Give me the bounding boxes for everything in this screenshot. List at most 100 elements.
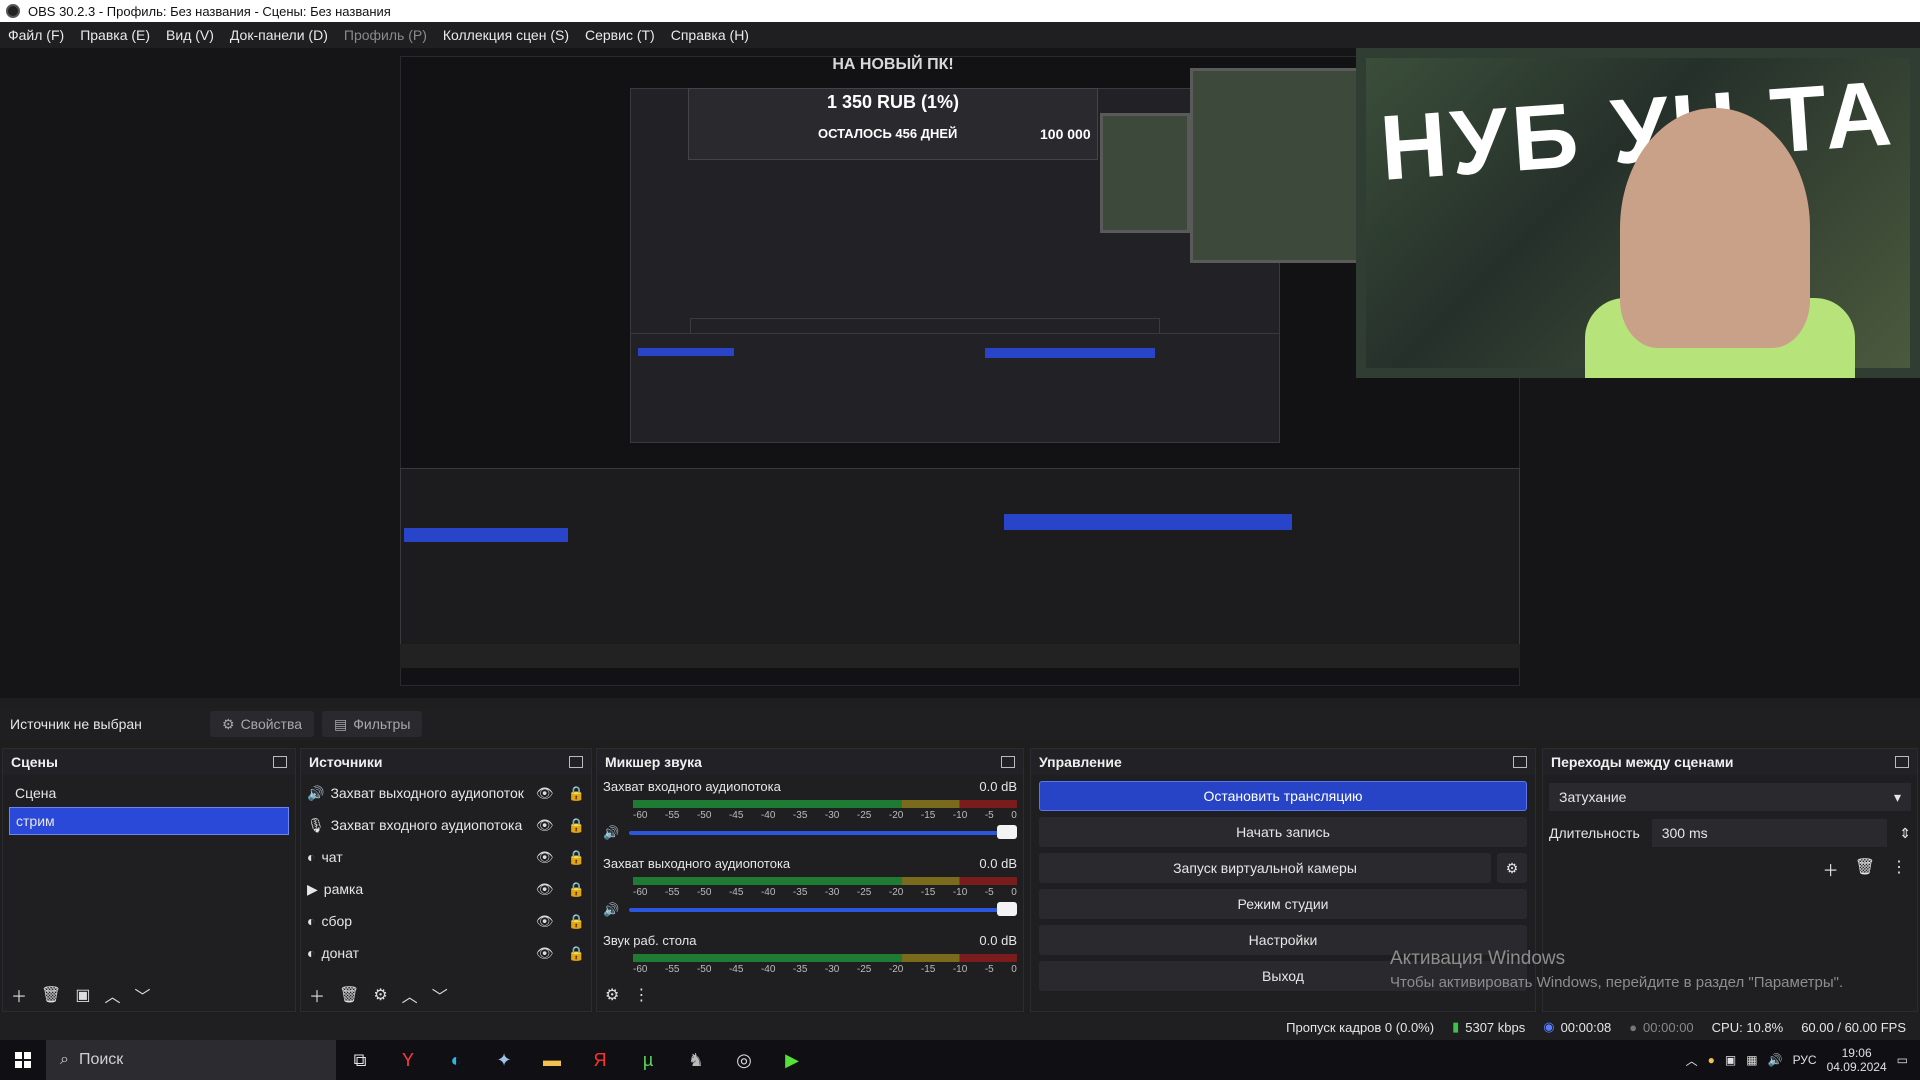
windows-icon bbox=[15, 1052, 31, 1068]
eye-icon[interactable]: 👁 bbox=[536, 785, 554, 802]
chevron-up-icon[interactable]: ︿ bbox=[104, 983, 120, 1007]
trash-icon[interactable]: 🗑 bbox=[41, 985, 61, 1005]
undock-icon[interactable] bbox=[569, 756, 583, 768]
eye-icon[interactable]: 👁 bbox=[536, 849, 554, 866]
obs-icon[interactable]: ◎ bbox=[720, 1040, 768, 1080]
chevron-up-icon[interactable]: ︿ bbox=[1686, 1052, 1698, 1069]
notifications-icon[interactable]: ▭ bbox=[1897, 1053, 1908, 1067]
virtual-camera-settings-button[interactable]: ⚙ bbox=[1497, 853, 1527, 883]
studio-mode-button[interactable]: Режим студии bbox=[1039, 889, 1527, 919]
scenes-dock: Сцены Сцена стрим ＋ 🗑 ▣ ︿ ﹀ bbox=[2, 748, 296, 1012]
source-item[interactable]: 🎙 Захват входного аудиопотока 👁 🔒 bbox=[303, 809, 589, 841]
chevron-down-icon[interactable]: ﹀ bbox=[134, 983, 150, 1007]
start-recording-button[interactable]: Начать запись bbox=[1039, 817, 1527, 847]
more-icon[interactable]: ⋮ bbox=[1891, 857, 1907, 881]
volume-knob[interactable] bbox=[997, 825, 1017, 839]
chevron-down-icon[interactable]: ﹀ bbox=[432, 983, 448, 1007]
lock-icon[interactable]: 🔒 bbox=[568, 817, 585, 834]
tray-app-icon[interactable]: ● bbox=[1708, 1053, 1715, 1067]
more-icon[interactable]: ⋮ bbox=[633, 985, 649, 1005]
stop-streaming-button[interactable]: Остановить трансляцию bbox=[1039, 781, 1527, 811]
preview-area[interactable]: НА НОВЫЙ ПК! 1 350 RUB (1%) ОСТАЛОСЬ 456… bbox=[0, 48, 1920, 698]
start-button[interactable] bbox=[0, 1040, 46, 1080]
utorrent-icon[interactable]: µ bbox=[624, 1040, 672, 1080]
volume-slider[interactable] bbox=[629, 902, 1017, 916]
tray-app-icon[interactable]: ▣ bbox=[1725, 1053, 1736, 1067]
add-icon[interactable]: ＋ bbox=[309, 983, 325, 1007]
start-virtual-camera-button[interactable]: Запуск виртуальной камеры bbox=[1039, 853, 1491, 883]
scene-item[interactable]: Сцена bbox=[9, 779, 289, 807]
trash-icon[interactable]: 🗑 bbox=[339, 985, 359, 1005]
signal-icon: ▮ bbox=[1452, 1019, 1460, 1034]
edge-icon[interactable]: ◐ bbox=[432, 1040, 480, 1080]
source-name: Захват входного аудиопотока bbox=[330, 817, 523, 833]
eye-icon[interactable]: 👁 bbox=[536, 913, 554, 930]
yandex-icon[interactable]: Я bbox=[576, 1040, 624, 1080]
meter-tick-label: -45 bbox=[728, 964, 744, 975]
taskbar-search[interactable]: ⌕ Поиск bbox=[46, 1040, 336, 1080]
lock-icon[interactable]: 🔒 bbox=[568, 881, 585, 898]
filter-icon[interactable]: ▣ bbox=[75, 985, 90, 1005]
add-icon[interactable]: ＋ bbox=[11, 983, 27, 1007]
lock-icon[interactable]: 🔒 bbox=[568, 913, 585, 930]
network-icon[interactable]: ▦ bbox=[1746, 1053, 1757, 1067]
menu-view[interactable]: Вид (V) bbox=[166, 27, 214, 43]
meter-tick-label: -10 bbox=[952, 810, 968, 821]
sources-list: 🔊 Захват выходного аудиопоток 👁 🔒 🎙 Захват … bbox=[301, 775, 591, 971]
menu-docks[interactable]: Док-панели (D) bbox=[230, 27, 328, 43]
chevron-down-icon: ▾ bbox=[1893, 788, 1901, 805]
source-item[interactable]: ◐ сбор 👁 🔒 bbox=[303, 905, 589, 937]
speaker-icon[interactable]: 🔊 bbox=[603, 825, 619, 841]
menu-tools[interactable]: Сервис (T) bbox=[585, 27, 655, 43]
speaker-icon[interactable]: 🔊 bbox=[1768, 1053, 1783, 1067]
menu-edit[interactable]: Правка (E) bbox=[80, 27, 150, 43]
clock-time: 19:06 bbox=[1841, 1045, 1872, 1060]
filters-button[interactable]: ▤ Фильтры bbox=[322, 711, 423, 737]
menu-profile[interactable]: Профиль (P) bbox=[344, 27, 427, 43]
undock-icon[interactable] bbox=[1895, 756, 1909, 768]
add-icon[interactable]: ＋ bbox=[1823, 857, 1839, 881]
source-item[interactable]: ▶ рамка 👁 🔒 bbox=[303, 873, 589, 905]
level-meter bbox=[633, 877, 1017, 885]
lock-icon[interactable]: 🔒 bbox=[568, 849, 585, 866]
properties-button[interactable]: ⚙ Свойства bbox=[210, 711, 315, 737]
mixer-channel: Захват входного аудиопотока 0.0 dB -60 -55… bbox=[597, 775, 1023, 852]
transitions-title: Переходы между сценами bbox=[1551, 754, 1734, 770]
nested-cam-thumbnail bbox=[1190, 68, 1360, 263]
volume-knob[interactable] bbox=[997, 902, 1017, 916]
undock-icon[interactable] bbox=[1513, 756, 1527, 768]
clock[interactable]: 19:06 04.09.2024 bbox=[1827, 1046, 1887, 1075]
duration-input[interactable]: 300 ms bbox=[1651, 819, 1888, 847]
speaker-icon[interactable]: 🔊 bbox=[603, 902, 619, 918]
menu-help[interactable]: Справка (H) bbox=[671, 27, 749, 43]
language-indicator[interactable]: РУС bbox=[1793, 1053, 1817, 1067]
steam-icon[interactable]: ✦ bbox=[480, 1040, 528, 1080]
channel-name: Захват входного аудиопотока bbox=[603, 779, 781, 794]
volume-slider[interactable] bbox=[629, 825, 1017, 839]
undock-icon[interactable] bbox=[1001, 756, 1015, 768]
game-icon[interactable]: ♞ bbox=[672, 1040, 720, 1080]
lock-icon[interactable]: 🔒 bbox=[568, 945, 585, 962]
search-icon: ⌕ bbox=[60, 1051, 69, 1068]
source-item[interactable]: ◐ чат 👁 🔒 bbox=[303, 841, 589, 873]
yandex-browser-icon[interactable]: Y bbox=[384, 1040, 432, 1080]
file-explorer-icon[interactable]: ▬ bbox=[528, 1040, 576, 1080]
menu-file[interactable]: Файл (F) bbox=[8, 27, 64, 43]
gear-icon[interactable]: ⚙ bbox=[605, 985, 619, 1005]
task-view-icon[interactable]: ⧉ bbox=[336, 1040, 384, 1080]
eye-icon[interactable]: 👁 bbox=[536, 881, 554, 898]
source-item[interactable]: ◐ донат 👁 🔒 bbox=[303, 937, 589, 969]
lock-icon[interactable]: 🔒 bbox=[568, 785, 585, 802]
source-item[interactable]: 🔊 Захват выходного аудиопоток 👁 🔒 bbox=[303, 777, 589, 809]
gear-icon[interactable]: ⚙ bbox=[373, 985, 387, 1005]
undock-icon[interactable] bbox=[273, 756, 287, 768]
streamer-app-icon[interactable]: ▶ bbox=[768, 1040, 816, 1080]
spinner-icon[interactable]: ⇕ bbox=[1899, 825, 1911, 842]
eye-icon[interactable]: 👁 bbox=[536, 817, 554, 834]
transition-select[interactable]: Затухание ▾ bbox=[1549, 783, 1911, 811]
chevron-up-icon[interactable]: ︿ bbox=[402, 983, 418, 1007]
scene-item-selected[interactable]: стрим bbox=[9, 807, 289, 835]
trash-icon[interactable]: 🗑 bbox=[1855, 857, 1875, 881]
eye-icon[interactable]: 👁 bbox=[536, 945, 554, 962]
menu-scene-collection[interactable]: Коллекция сцен (S) bbox=[443, 27, 569, 43]
